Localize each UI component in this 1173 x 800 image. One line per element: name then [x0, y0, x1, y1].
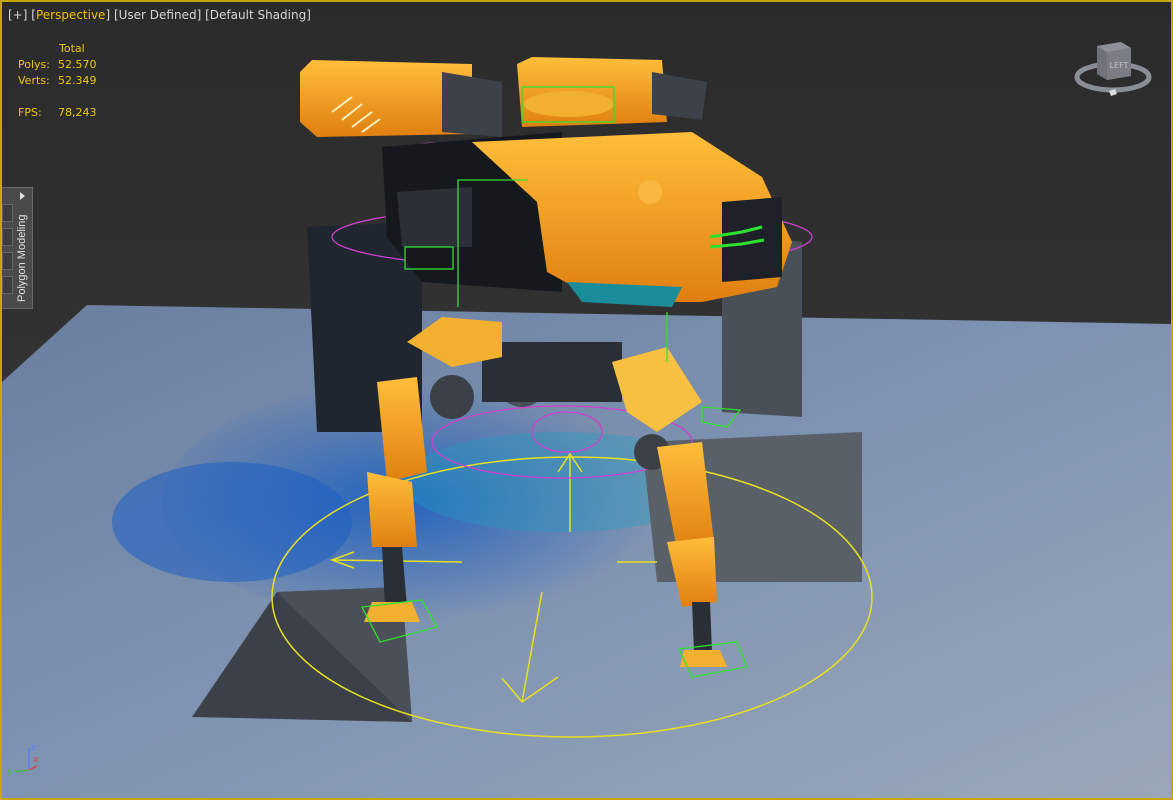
- axis-tripod-icon: z x y: [7, 743, 39, 777]
- axis-x-label: x: [33, 755, 39, 765]
- axis-z-label: z: [31, 743, 36, 753]
- fps-value: 78,243: [58, 106, 97, 119]
- viewcube-face-label: LEFT: [1110, 61, 1129, 70]
- viewport-view-menu[interactable]: Perspective: [36, 8, 106, 22]
- polys-label: Polys:: [18, 58, 50, 71]
- perspective-viewport[interactable]: [+] [Perspective] [User Defined] [Defaul…: [0, 0, 1173, 800]
- verts-label: Verts:: [18, 74, 50, 87]
- viewport-lighting-menu[interactable]: User Defined: [119, 8, 197, 22]
- ribbon-label: Polygon Modeling: [16, 214, 28, 302]
- verts-value: 52.349: [58, 74, 97, 87]
- fps-label: FPS:: [18, 106, 42, 119]
- axis-y-label: y: [7, 767, 13, 777]
- polygon-modeling-ribbon[interactable]: Polygon Modeling: [2, 187, 33, 309]
- polys-value: 52.570: [58, 58, 97, 71]
- viewcube-icon[interactable]: LEFT: [1073, 34, 1153, 104]
- stats-header: Total: [59, 42, 85, 55]
- ribbon-expand-arrow-icon[interactable]: [20, 192, 25, 200]
- ribbon-tool-button-2[interactable]: [2, 228, 13, 246]
- ribbon-tool-button-3[interactable]: [2, 252, 13, 270]
- ribbon-tool-button-4[interactable]: [2, 276, 13, 294]
- viewport-shading-menu[interactable]: Default Shading: [210, 8, 306, 22]
- viewport-statistics: Total Polys: 52.570 Verts: 52.349 FPS: 7…: [18, 41, 118, 121]
- viewport-plus-menu[interactable]: [+]: [8, 8, 27, 22]
- viewport-label-menu: [+] [Perspective] [User Defined] [Defaul…: [8, 8, 311, 22]
- 3d-scene[interactable]: [2, 2, 1171, 798]
- ribbon-tool-button-1[interactable]: [2, 204, 13, 222]
